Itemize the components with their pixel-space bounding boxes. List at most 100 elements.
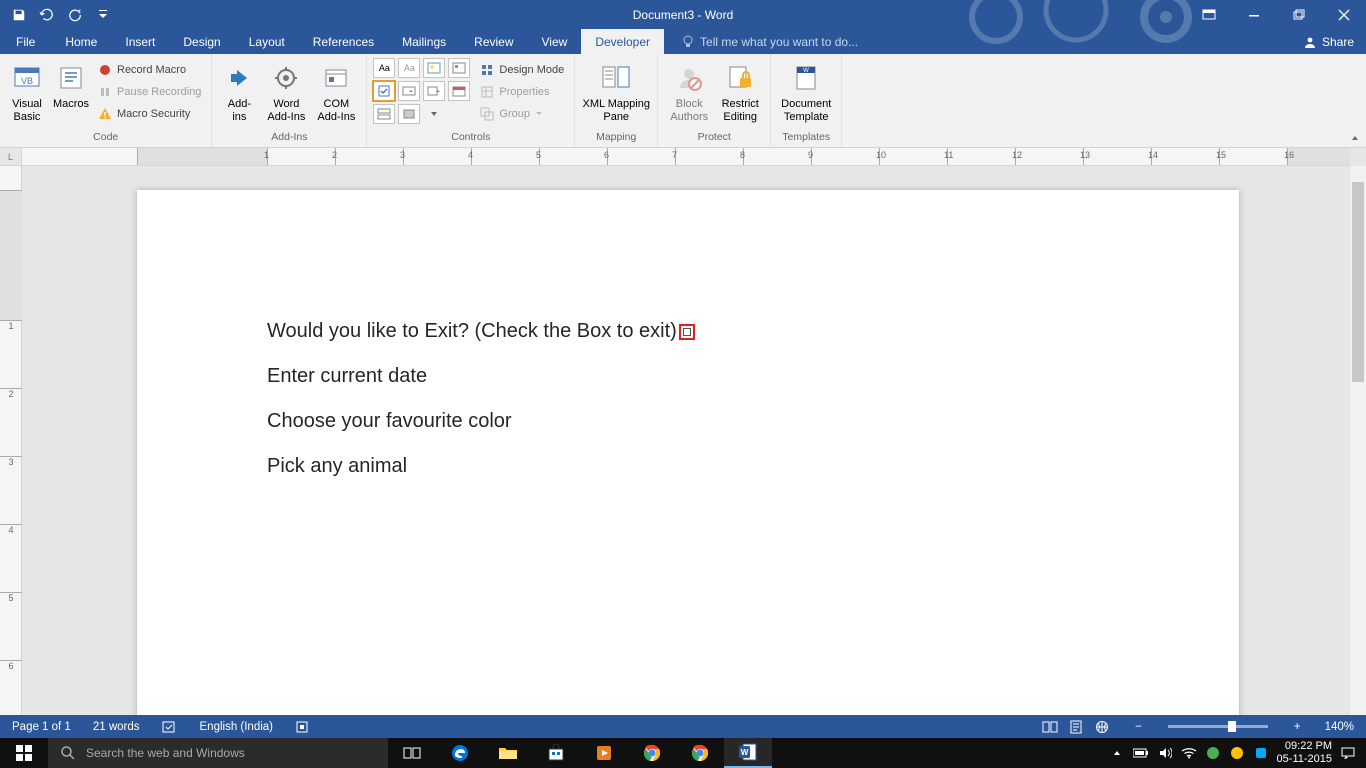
status-word-count[interactable]: 21 words bbox=[89, 715, 144, 738]
status-macro-recording[interactable] bbox=[291, 715, 313, 738]
visual-basic-icon: VB bbox=[11, 62, 43, 94]
repeating-section-control[interactable] bbox=[373, 104, 395, 124]
tab-insert[interactable]: Insert bbox=[111, 29, 169, 54]
addins-button[interactable]: Add- ins bbox=[218, 58, 260, 128]
maximize-button[interactable] bbox=[1276, 0, 1321, 29]
qat-customize-button[interactable] bbox=[90, 3, 116, 27]
action-center-button[interactable] bbox=[1340, 745, 1356, 761]
minimize-button[interactable] bbox=[1231, 0, 1276, 29]
taskbar-chrome-1[interactable] bbox=[628, 738, 676, 768]
com-addins-label: COM Add-Ins bbox=[317, 98, 355, 123]
group-mapping-label: Mapping bbox=[581, 131, 651, 145]
title-bar: Document3 - Word bbox=[0, 0, 1366, 29]
group-protect: Block Authors Restrict Editing Protect bbox=[658, 54, 771, 147]
taskbar-search[interactable]: Search the web and Windows bbox=[48, 738, 388, 768]
vertical-scrollbar[interactable] bbox=[1350, 166, 1366, 715]
group-button: Group bbox=[476, 104, 568, 124]
scrollbar-thumb[interactable] bbox=[1352, 182, 1364, 382]
save-button[interactable] bbox=[6, 3, 32, 27]
group-code-label: Code bbox=[6, 131, 205, 145]
picture-control[interactable] bbox=[423, 58, 445, 78]
document-viewport[interactable]: Would you like to Exit? (Check the Box t… bbox=[22, 166, 1350, 715]
zoom-slider[interactable] bbox=[1168, 725, 1268, 728]
design-mode-button[interactable]: Design Mode bbox=[476, 60, 568, 80]
visual-basic-button[interactable]: VB Visual Basic bbox=[6, 58, 48, 128]
decorative-pattern bbox=[966, 0, 1226, 44]
document-workspace: L 12 34 56 78 910 1112 1314 15 1617 18 1… bbox=[0, 148, 1366, 715]
proofing-icon bbox=[162, 720, 178, 734]
doc-line-4[interactable]: Pick any animal bbox=[267, 455, 1109, 478]
redo-button[interactable] bbox=[62, 3, 88, 27]
tell-me-search[interactable]: Tell me what you want to do... bbox=[664, 29, 858, 54]
windows-icon bbox=[16, 745, 32, 761]
legacy-tools-dropdown[interactable] bbox=[423, 104, 445, 124]
zoom-slider-thumb[interactable] bbox=[1228, 721, 1236, 732]
web-layout-button[interactable] bbox=[1089, 715, 1115, 738]
collapse-ribbon-button[interactable] bbox=[1350, 133, 1360, 143]
group-protect-label: Protect bbox=[664, 131, 764, 145]
word-addins-label: Word Add-Ins bbox=[267, 98, 305, 123]
form-checkbox-control[interactable] bbox=[679, 324, 695, 340]
share-button[interactable]: Share bbox=[1291, 29, 1366, 54]
building-block-control[interactable] bbox=[448, 58, 470, 78]
taskbar-store[interactable] bbox=[532, 738, 580, 768]
zoom-in-button[interactable]: + bbox=[1288, 715, 1307, 738]
start-button[interactable] bbox=[0, 738, 48, 768]
word-addins-button[interactable]: Word Add-Ins bbox=[262, 58, 310, 128]
tab-layout[interactable]: Layout bbox=[235, 29, 299, 54]
macro-security-button[interactable]: Macro Security bbox=[94, 104, 205, 124]
checkbox-control[interactable] bbox=[373, 81, 395, 101]
combobox-control[interactable] bbox=[398, 81, 420, 101]
doc-line-2[interactable]: Enter current date bbox=[267, 365, 1109, 388]
macros-button[interactable]: Macros bbox=[50, 58, 92, 128]
dropdown-control[interactable] bbox=[423, 81, 445, 101]
doc-line-3[interactable]: Choose your favourite color bbox=[267, 410, 1109, 433]
tab-mailings[interactable]: Mailings bbox=[388, 29, 460, 54]
document-page[interactable]: Would you like to Exit? (Check the Box t… bbox=[137, 190, 1239, 715]
plain-text-control[interactable]: Aa bbox=[398, 58, 420, 78]
doc-line-1[interactable]: Would you like to Exit? (Check the Box t… bbox=[267, 320, 1109, 343]
tab-home[interactable]: Home bbox=[51, 29, 111, 54]
date-picker-control[interactable] bbox=[448, 81, 470, 101]
taskbar-media-player[interactable] bbox=[580, 738, 628, 768]
task-view-button[interactable] bbox=[388, 738, 436, 768]
tab-references[interactable]: References bbox=[299, 29, 388, 54]
print-layout-button[interactable] bbox=[1063, 715, 1089, 738]
taskbar-edge[interactable] bbox=[436, 738, 484, 768]
tray-show-hidden[interactable] bbox=[1109, 745, 1125, 761]
windows-taskbar: Search the web and Windows W 09:22 PM 05… bbox=[0, 738, 1366, 768]
tab-design[interactable]: Design bbox=[169, 29, 234, 54]
tray-app-3[interactable] bbox=[1253, 745, 1269, 761]
read-mode-button[interactable] bbox=[1037, 715, 1063, 738]
legacy-tools-control[interactable] bbox=[398, 104, 420, 124]
tab-file[interactable]: File bbox=[0, 29, 51, 54]
status-proofing[interactable] bbox=[158, 715, 182, 738]
record-macro-button[interactable]: Record Macro bbox=[94, 60, 205, 80]
vertical-ruler[interactable]: 123 456 bbox=[0, 166, 22, 715]
close-button[interactable] bbox=[1321, 0, 1366, 29]
tab-view[interactable]: View bbox=[528, 29, 582, 54]
taskbar-chrome-2[interactable] bbox=[676, 738, 724, 768]
taskbar-clock[interactable]: 09:22 PM 05-11-2015 bbox=[1277, 740, 1332, 765]
system-tray: 09:22 PM 05-11-2015 bbox=[1099, 738, 1366, 768]
zoom-level[interactable]: 140% bbox=[1321, 715, 1358, 738]
tab-developer[interactable]: Developer bbox=[581, 29, 664, 54]
tray-app-1[interactable] bbox=[1205, 745, 1221, 761]
restrict-editing-button[interactable]: Restrict Editing bbox=[716, 58, 764, 128]
tray-wifi-icon[interactable] bbox=[1181, 745, 1197, 761]
tray-battery-icon[interactable] bbox=[1133, 745, 1149, 761]
status-language[interactable]: English (India) bbox=[196, 715, 278, 738]
xml-mapping-button[interactable]: XML Mapping Pane bbox=[581, 58, 651, 128]
tab-review[interactable]: Review bbox=[460, 29, 527, 54]
tray-volume-icon[interactable] bbox=[1157, 745, 1173, 761]
com-addins-button[interactable]: COM Add-Ins bbox=[312, 58, 360, 128]
rich-text-control[interactable]: Aa bbox=[373, 58, 395, 78]
zoom-out-button[interactable]: − bbox=[1129, 715, 1148, 738]
taskbar-word[interactable]: W bbox=[724, 738, 772, 768]
group-icon bbox=[480, 107, 494, 121]
tray-app-2[interactable] bbox=[1229, 745, 1245, 761]
document-template-button[interactable]: W Document Template bbox=[777, 58, 835, 128]
taskbar-file-explorer[interactable] bbox=[484, 738, 532, 768]
horizontal-ruler[interactable]: 12 34 56 78 910 1112 1314 15 1617 18 bbox=[22, 148, 1350, 166]
undo-button[interactable] bbox=[34, 3, 60, 27]
